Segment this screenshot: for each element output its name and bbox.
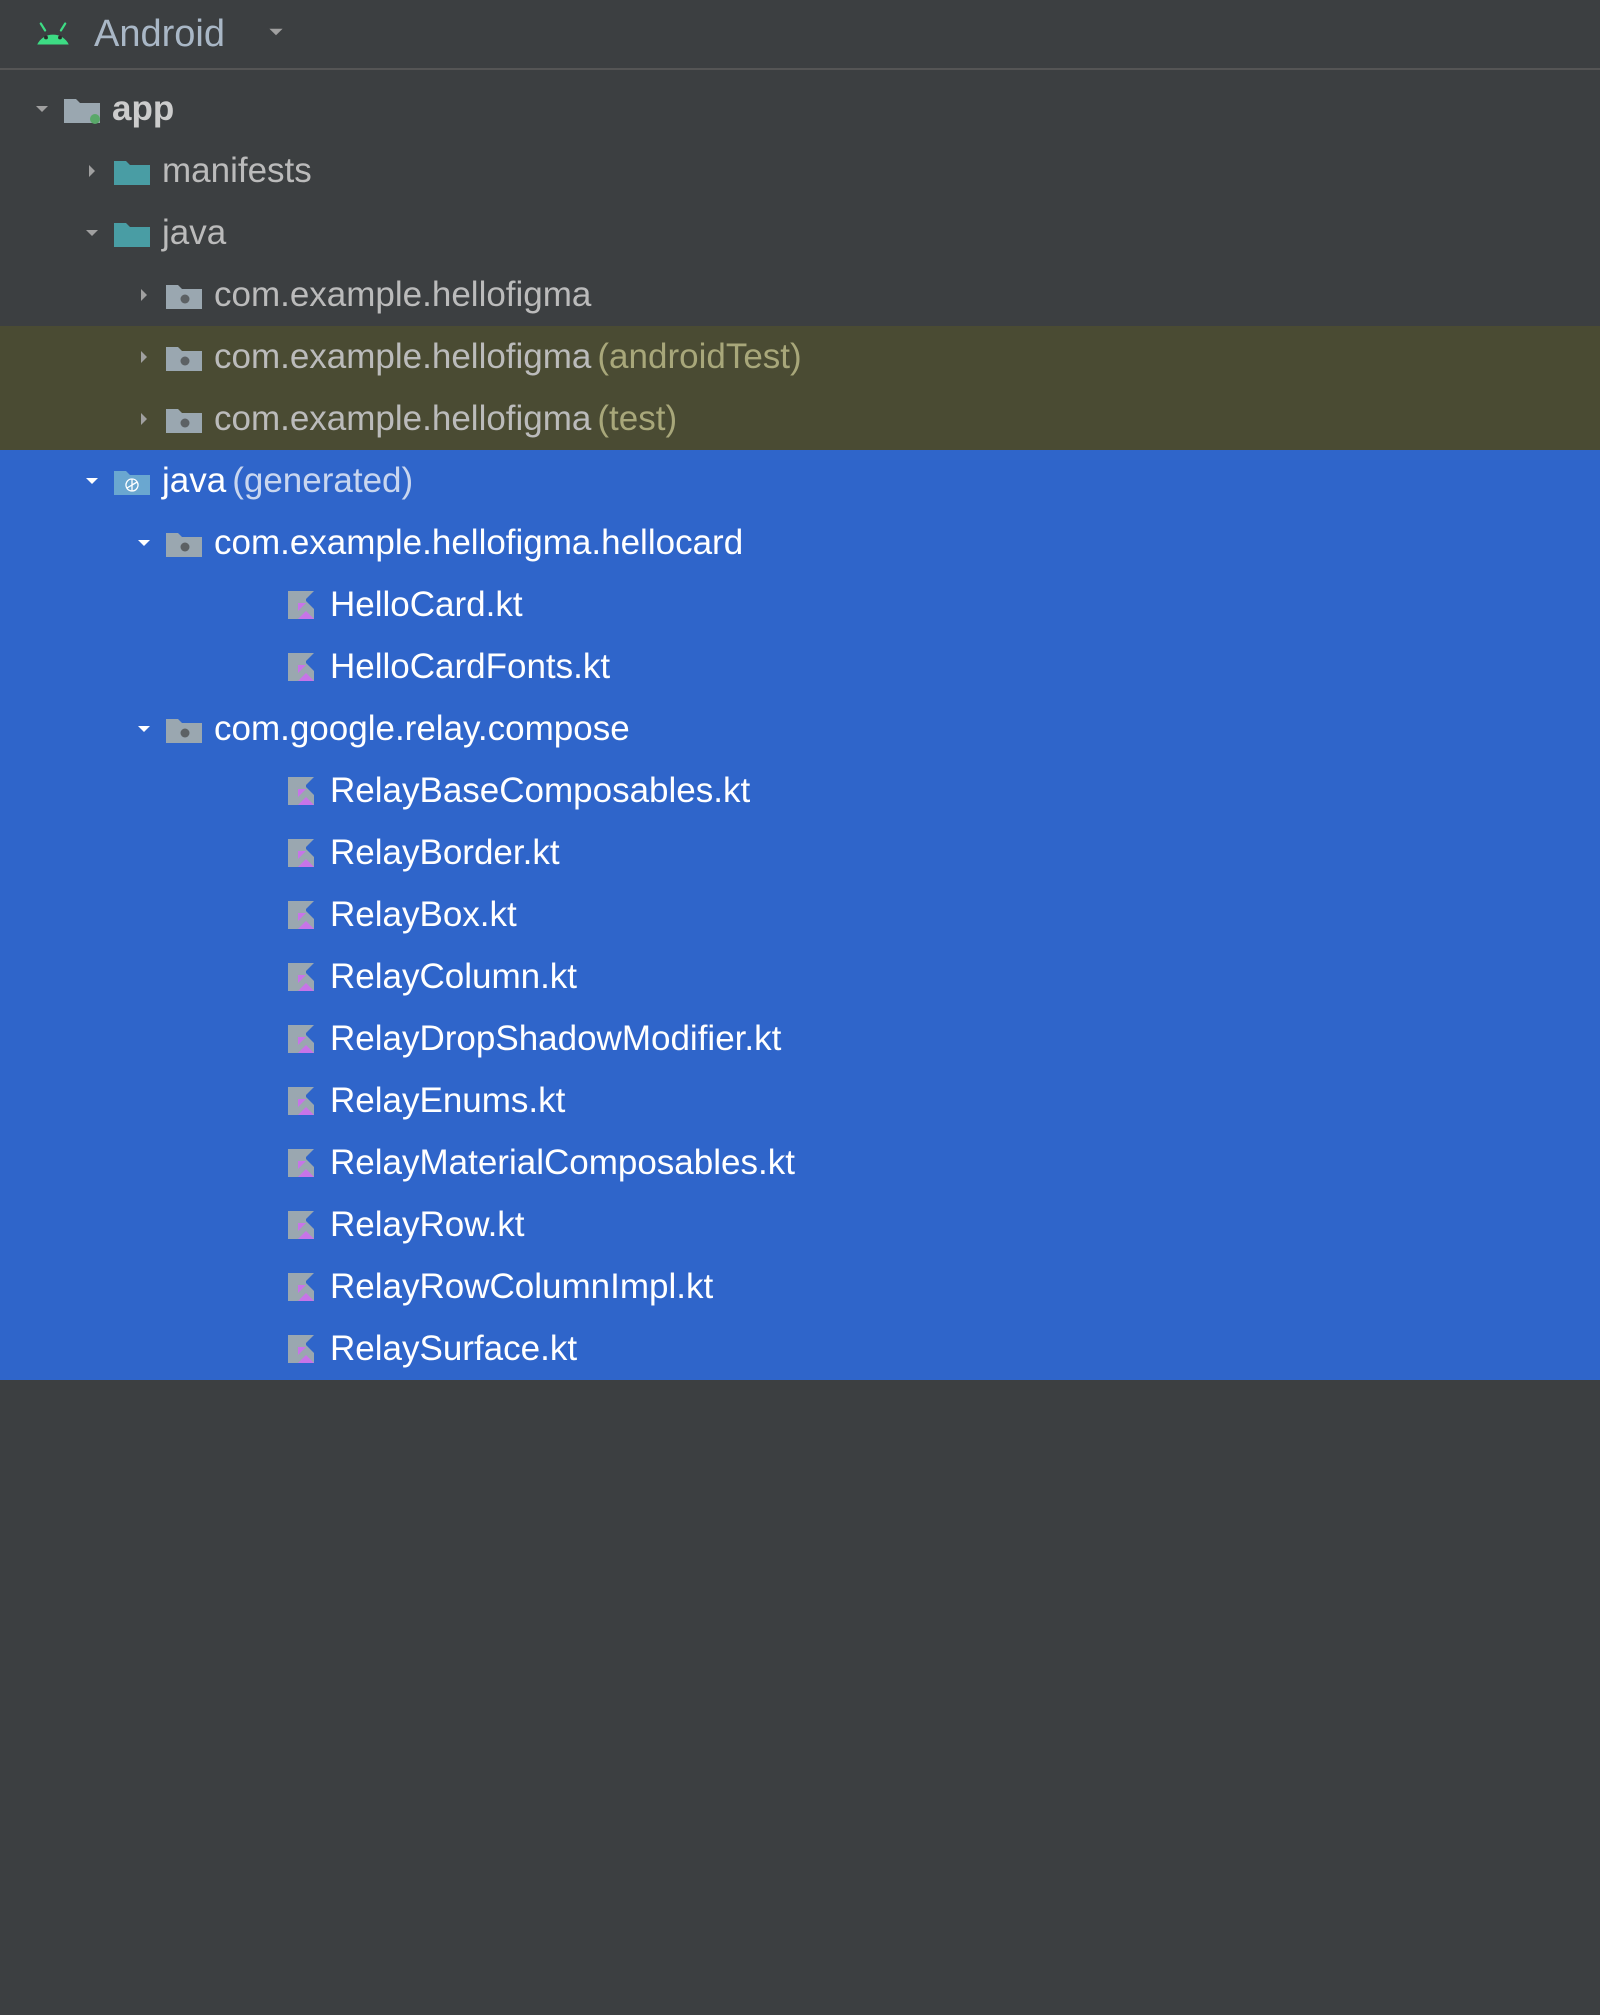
kotlin-file-icon <box>278 1085 322 1117</box>
tree-node-manifests[interactable]: manifests <box>0 140 1600 202</box>
package-icon <box>162 341 206 373</box>
tree-node-app[interactable]: app <box>0 78 1600 140</box>
tree-node-file-relaymaterial[interactable]: RelayMaterialComposables.kt <box>0 1132 1600 1194</box>
tree-label: RelayBox.kt <box>330 895 517 935</box>
tree-label: manifests <box>162 151 312 191</box>
package-icon <box>162 279 206 311</box>
chevron-down-icon[interactable] <box>24 99 60 119</box>
kotlin-file-icon <box>278 589 322 621</box>
tree-label: app <box>112 89 174 129</box>
project-tree[interactable]: app manifests java com.example.hellofigm… <box>0 70 1600 1380</box>
tree-node-package-main[interactable]: com.example.hellofigma <box>0 264 1600 326</box>
tree-node-package-test[interactable]: com.example.hellofigma (test) <box>0 388 1600 450</box>
tree-label-suffix: (generated) <box>232 461 413 501</box>
tree-node-java[interactable]: java <box>0 202 1600 264</box>
tree-label: java <box>162 213 226 253</box>
package-icon <box>162 527 206 559</box>
tree-label-suffix: (androidTest) <box>597 337 801 377</box>
tree-node-file-relayrow[interactable]: RelayRow.kt <box>0 1194 1600 1256</box>
tree-label: HelloCardFonts.kt <box>330 647 610 687</box>
tree-node-file-relaydrop[interactable]: RelayDropShadowModifier.kt <box>0 1008 1600 1070</box>
tree-label: java <box>162 461 226 501</box>
tree-label: com.example.hellofigma <box>214 399 591 439</box>
view-selector-label: Android <box>94 13 225 56</box>
tree-label: RelayBaseComposables.kt <box>330 771 750 811</box>
chevron-down-icon[interactable] <box>126 533 162 553</box>
package-icon <box>162 403 206 435</box>
view-selector-header[interactable]: Android <box>0 0 1600 70</box>
tree-label: RelayEnums.kt <box>330 1081 565 1121</box>
tree-node-package-hellocard[interactable]: com.example.hellofigma.hellocard <box>0 512 1600 574</box>
chevron-down-icon[interactable] <box>74 223 110 243</box>
tree-node-file-relayborder[interactable]: RelayBorder.kt <box>0 822 1600 884</box>
tree-label: RelayMaterialComposables.kt <box>330 1143 795 1183</box>
folder-icon <box>110 155 154 187</box>
tree-label: RelayBorder.kt <box>330 833 560 873</box>
tree-label: com.example.hellofigma <box>214 275 591 315</box>
chevron-down-icon[interactable] <box>126 719 162 739</box>
chevron-down-icon[interactable] <box>74 471 110 491</box>
chevron-right-icon[interactable] <box>126 347 162 367</box>
chevron-right-icon[interactable] <box>126 409 162 429</box>
tree-label: RelayRow.kt <box>330 1205 525 1245</box>
tree-node-package-relay[interactable]: com.google.relay.compose <box>0 698 1600 760</box>
kotlin-file-icon <box>278 1271 322 1303</box>
package-icon <box>162 713 206 745</box>
kotlin-file-icon <box>278 837 322 869</box>
tree-node-file-relayrowcolumnimpl[interactable]: RelayRowColumnImpl.kt <box>0 1256 1600 1318</box>
tree-label-suffix: (test) <box>597 399 677 439</box>
tree-node-file-relaybasecomposables[interactable]: RelayBaseComposables.kt <box>0 760 1600 822</box>
tree-node-java-generated[interactable]: java (generated) <box>0 450 1600 512</box>
android-icon <box>32 21 74 47</box>
tree-node-file-relaysurface[interactable]: RelaySurface.kt <box>0 1318 1600 1380</box>
module-folder-icon <box>60 93 104 125</box>
tree-label: RelayDropShadowModifier.kt <box>330 1019 781 1059</box>
chevron-right-icon[interactable] <box>74 161 110 181</box>
tree-node-file-hellocardfonts[interactable]: HelloCardFonts.kt <box>0 636 1600 698</box>
folder-icon <box>110 217 154 249</box>
tree-label: com.example.hellofigma <box>214 337 591 377</box>
kotlin-file-icon <box>278 1209 322 1241</box>
kotlin-file-icon <box>278 1023 322 1055</box>
kotlin-file-icon <box>278 1147 322 1179</box>
kotlin-file-icon <box>278 961 322 993</box>
tree-label: RelaySurface.kt <box>330 1329 577 1369</box>
chevron-down-icon <box>265 21 287 48</box>
kotlin-file-icon <box>278 775 322 807</box>
kotlin-file-icon <box>278 1333 322 1365</box>
tree-label: com.google.relay.compose <box>214 709 630 749</box>
chevron-right-icon[interactable] <box>126 285 162 305</box>
tree-node-file-relayenums[interactable]: RelayEnums.kt <box>0 1070 1600 1132</box>
kotlin-file-icon <box>278 899 322 931</box>
tree-node-file-relaybox[interactable]: RelayBox.kt <box>0 884 1600 946</box>
tree-label: RelayColumn.kt <box>330 957 577 997</box>
tree-label: RelayRowColumnImpl.kt <box>330 1267 713 1307</box>
tree-label: com.example.hellofigma.hellocard <box>214 523 743 563</box>
tree-node-file-hellocard[interactable]: HelloCard.kt <box>0 574 1600 636</box>
tree-node-package-androidtest[interactable]: com.example.hellofigma (androidTest) <box>0 326 1600 388</box>
generated-folder-icon <box>110 465 154 497</box>
tree-node-file-relaycolumn[interactable]: RelayColumn.kt <box>0 946 1600 1008</box>
kotlin-file-icon <box>278 651 322 683</box>
tree-label: HelloCard.kt <box>330 585 523 625</box>
